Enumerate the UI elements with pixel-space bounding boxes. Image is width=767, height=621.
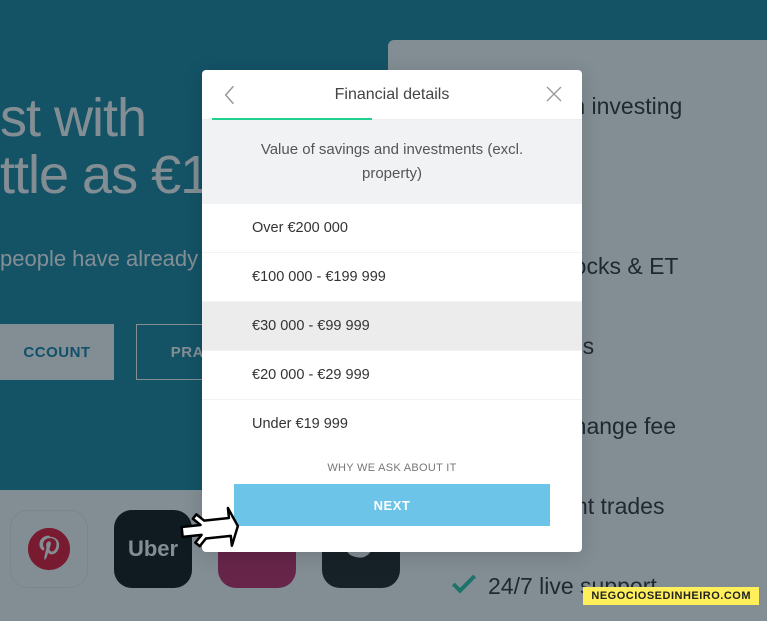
option-label: €30 000 - €99 999 [252,318,370,334]
why-label: WHY WE ASK ABOUT IT [327,462,456,474]
option-4[interactable]: Under €19 999 [202,400,582,448]
modal-header: Financial details [202,70,582,120]
financial-details-modal: Financial details Value of savings and i… [202,70,582,552]
option-3[interactable]: €20 000 - €29 999 [202,351,582,400]
watermark: NEGOCIOSEDINHEIRO.COM [583,587,759,605]
next-button[interactable]: NEXT [234,484,550,526]
why-we-ask-link[interactable]: WHY WE ASK ABOUT IT [202,448,582,484]
option-label: Over €200 000 [252,220,348,236]
options-list: Over €200 000 €100 000 - €199 999 €30 00… [202,204,582,448]
progress-bar [212,118,372,120]
close-icon[interactable] [544,84,564,109]
back-icon[interactable] [220,84,238,111]
option-2[interactable]: €30 000 - €99 999 [202,302,582,351]
option-1[interactable]: €100 000 - €199 999 [202,253,582,302]
option-0[interactable]: Over €200 000 [202,204,582,253]
option-label: €20 000 - €29 999 [252,367,370,383]
modal-question: Value of savings and investments (excl. … [202,120,582,204]
option-label: Under €19 999 [252,416,348,432]
modal-title: Financial details [335,86,450,104]
next-label: NEXT [374,498,411,513]
option-label: €100 000 - €199 999 [252,269,386,285]
